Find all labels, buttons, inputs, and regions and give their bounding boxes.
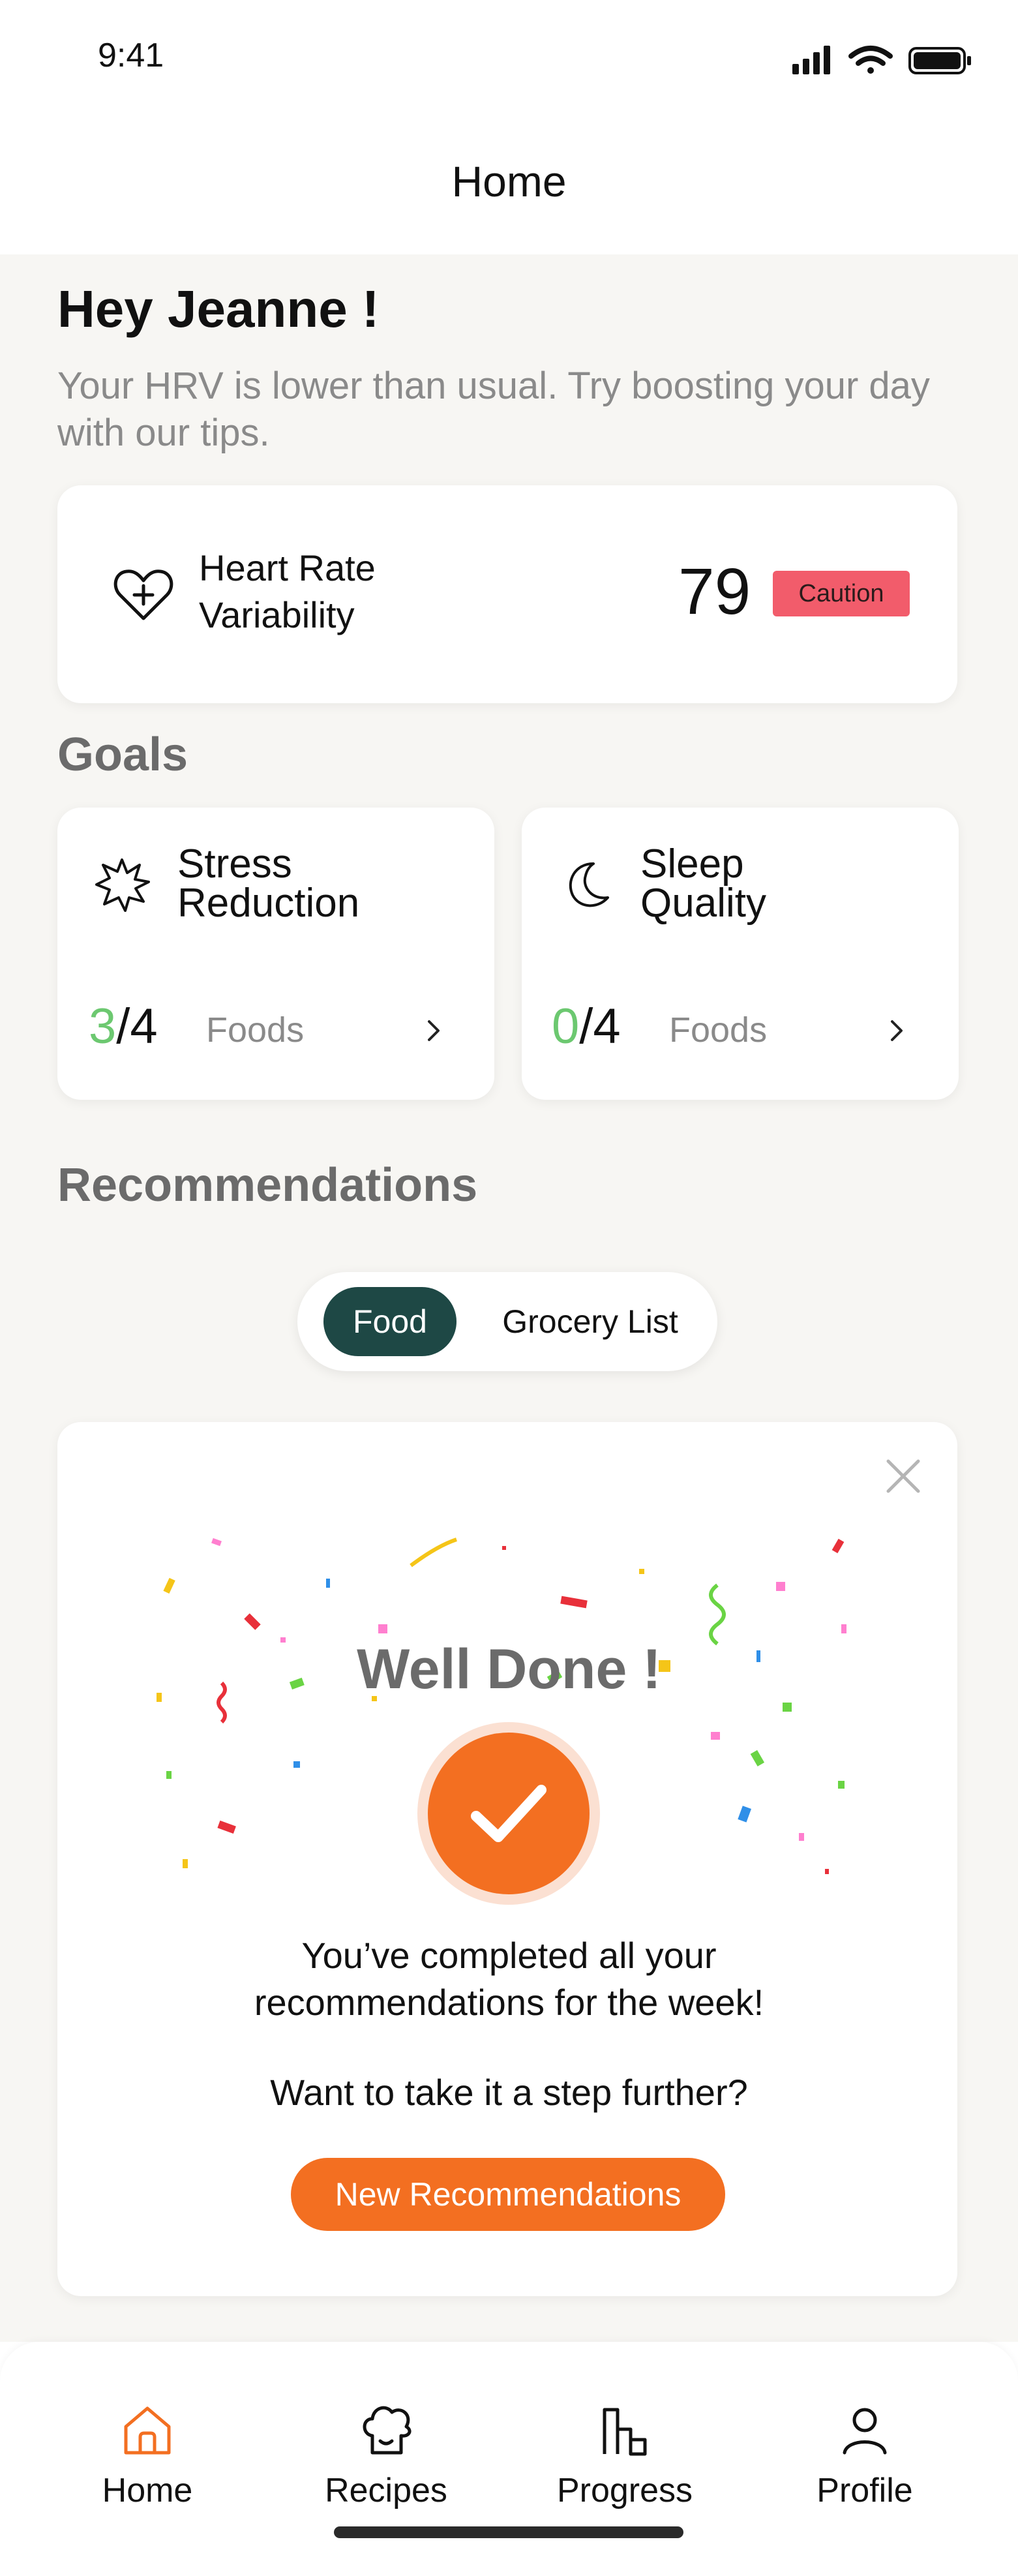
- home-indicator: [334, 2526, 683, 2538]
- greeting-subtitle: Your HRV is lower than usual. Try boosti…: [57, 365, 930, 454]
- tab-profile-label: Profile: [816, 2472, 913, 2509]
- goal-count-stress: 3/4: [89, 998, 158, 1055]
- home-icon: [124, 2406, 171, 2455]
- status-icons: [792, 46, 971, 74]
- tab-home-label: Home: [102, 2472, 193, 2509]
- chevron-right-icon[interactable]: [424, 1018, 443, 1044]
- battery-icon: [908, 47, 971, 74]
- status-badge: Caution: [773, 571, 910, 616]
- tab-progress[interactable]: Progress: [527, 2401, 723, 2510]
- tab-recipes-label: Recipes: [325, 2472, 447, 2509]
- step-further-prompt: Want to take it a step further?: [270, 2072, 748, 2113]
- goal-total-sleep: /4: [579, 999, 621, 1054]
- chef-hat-icon: [363, 2406, 412, 2455]
- tab-home[interactable]: Home: [50, 2401, 245, 2510]
- well-done-heading: Well Done !: [357, 1638, 661, 1701]
- goal-name-stress-line2: Reduction: [177, 881, 360, 926]
- tab-grocery-list[interactable]: Grocery List: [483, 1287, 698, 1356]
- status-time: 9:41: [98, 37, 164, 74]
- goal-unit-sleep: Foods: [669, 1010, 768, 1050]
- tab-food[interactable]: Food: [323, 1287, 457, 1356]
- person-icon: [843, 2408, 887, 2455]
- tab-profile[interactable]: Profile: [767, 2401, 963, 2510]
- goal-name-sleep-line2: Quality: [640, 881, 766, 926]
- moon-icon: [569, 862, 609, 907]
- wifi-icon: [848, 46, 893, 74]
- hrv-label-line2: Variability: [199, 594, 355, 635]
- goal-total-stress: /4: [116, 999, 158, 1054]
- goal-name-sleep: Sleep Quality: [640, 841, 901, 926]
- chevron-right-icon[interactable]: [887, 1018, 906, 1044]
- checkmark-icon: [471, 1785, 546, 1842]
- hrv-label: Heart Rate Variability: [199, 545, 460, 639]
- completion-message-line2: recommendations for the week!: [254, 1982, 764, 2023]
- hrv-label-line1: Heart Rate: [199, 547, 376, 588]
- new-recommendations-button[interactable]: New Recommendations: [291, 2158, 725, 2231]
- hrv-value: 79: [678, 555, 751, 628]
- greeting-title: Hey Jeanne !: [57, 280, 380, 338]
- goal-name-stress-line1: Stress: [177, 841, 292, 886]
- goals-title: Goals: [57, 729, 188, 781]
- tab-progress-label: Progress: [556, 2472, 693, 2509]
- bar-chart-icon: [603, 2408, 647, 2456]
- tab-recipes[interactable]: Recipes: [288, 2401, 484, 2510]
- page-title: Home: [451, 157, 567, 205]
- goal-name-sleep-line1: Sleep: [640, 841, 744, 886]
- recommendations-title: Recommendations: [57, 1159, 478, 1211]
- close-icon[interactable]: [880, 1453, 926, 1499]
- goal-unit-stress: Foods: [206, 1010, 305, 1050]
- completion-message: You’ve completed all your recommendation…: [0, 1932, 1018, 2026]
- goal-count-sleep: 0/4: [552, 998, 621, 1055]
- heart-plus-icon: [113, 569, 173, 620]
- completion-message-line1: You’ve completed all your: [301, 1935, 717, 1976]
- goal-done-stress: 3: [89, 999, 117, 1054]
- starburst-icon: [95, 858, 150, 912]
- goal-name-stress: Stress Reduction: [177, 841, 438, 926]
- goal-done-sleep: 0: [552, 999, 580, 1054]
- signal-icon: [792, 46, 830, 74]
